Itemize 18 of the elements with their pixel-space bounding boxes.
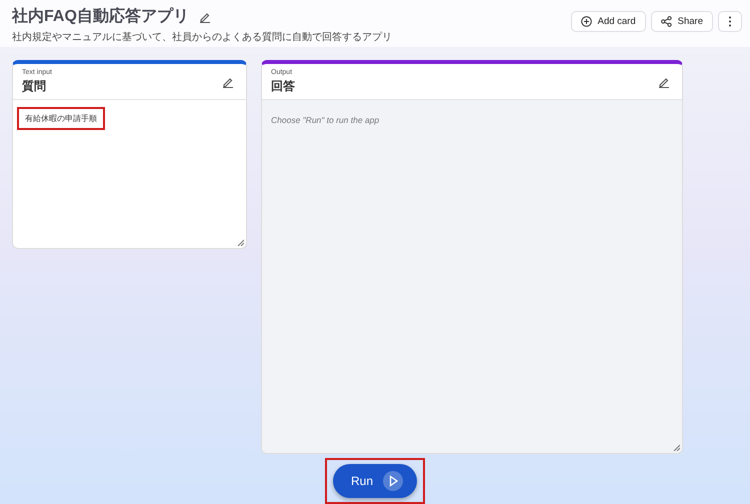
run-button[interactable]: Run (332, 464, 417, 498)
add-card-button[interactable]: Add card (570, 11, 646, 32)
input-field[interactable]: 有給休暇の申請手順 (17, 107, 105, 130)
pencil-icon[interactable] (222, 76, 234, 88)
share-button[interactable]: Share (650, 11, 713, 32)
resize-handle-icon[interactable] (673, 444, 680, 451)
share-icon (660, 16, 672, 27)
resize-handle-icon[interactable] (237, 239, 244, 246)
card-title: 回答 (271, 78, 295, 94)
more-icon (728, 16, 732, 27)
app-title: 社内FAQ自動応答アプリ (12, 6, 189, 27)
pencil-icon[interactable] (658, 76, 670, 88)
plus-circle-icon (580, 16, 592, 27)
output-field[interactable]: Choose "Run" to run the app (262, 100, 682, 453)
play-icon (383, 471, 403, 491)
pencil-icon[interactable] (198, 10, 211, 22)
card-title: 質問 (22, 78, 47, 94)
app-description: 社内規定やマニュアルに基づいて、社員からのよくある質問に自動で回答するアプリ (12, 30, 392, 44)
